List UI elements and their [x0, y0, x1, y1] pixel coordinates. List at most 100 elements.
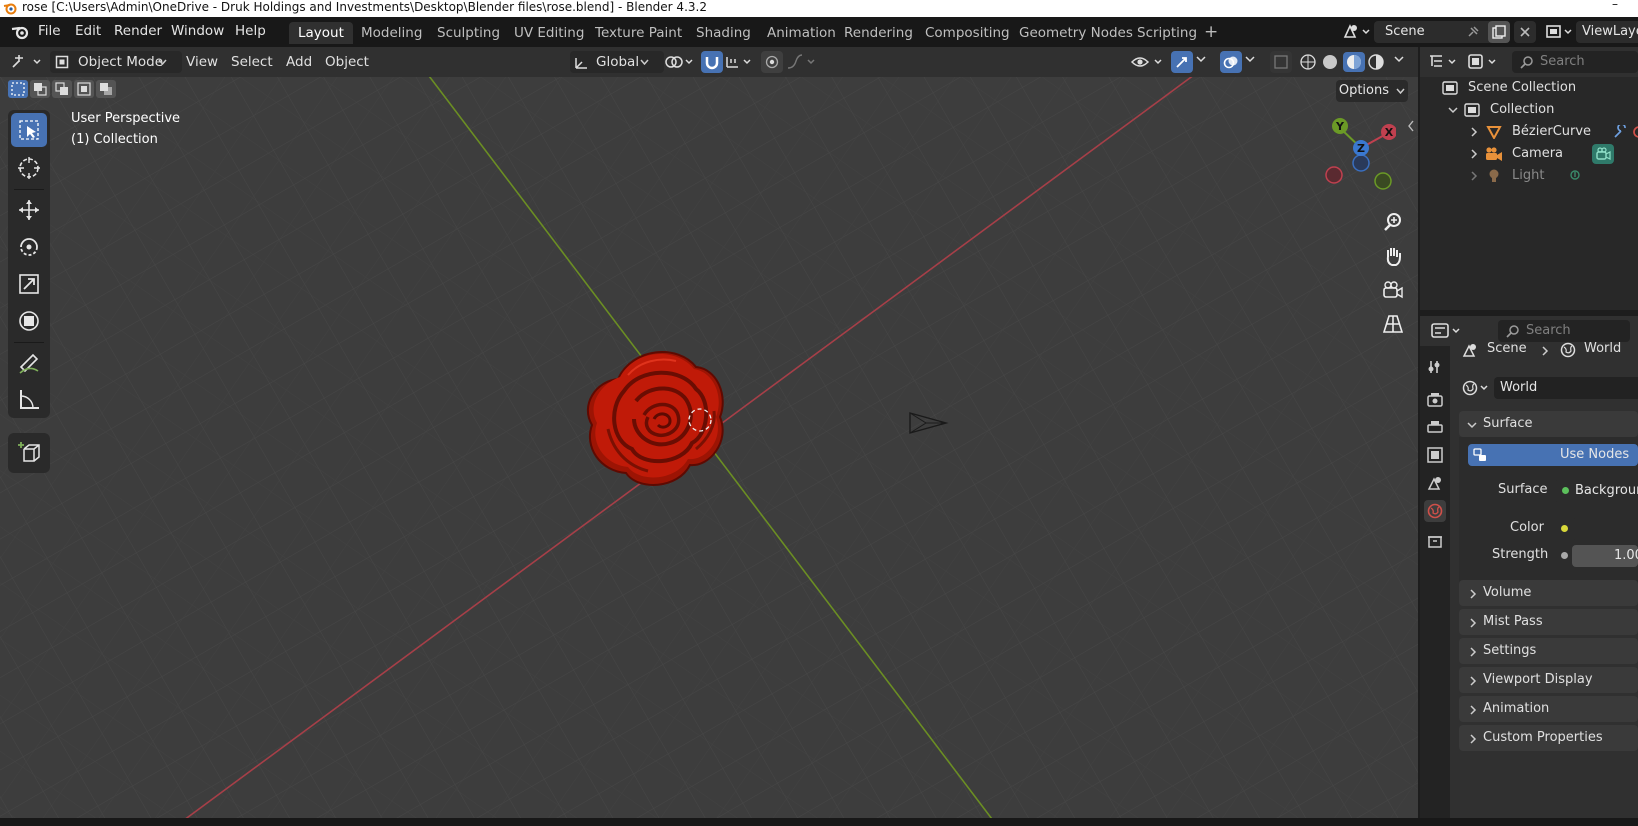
menu-object[interactable]: Object — [325, 51, 369, 73]
menu-view[interactable]: View — [186, 51, 218, 73]
add-cube-tool[interactable] — [11, 436, 47, 470]
tab-geometry-nodes[interactable]: Geometry Nodes — [1010, 22, 1142, 44]
view-layer-icon[interactable] — [1544, 22, 1574, 42]
rotate-tool[interactable] — [11, 230, 47, 264]
color-swatch[interactable] — [1572, 518, 1638, 540]
menu-render[interactable]: Render — [114, 23, 162, 39]
chevron-down-icon[interactable] — [1245, 55, 1255, 63]
menu-add[interactable]: Add — [286, 51, 312, 73]
chevron-right-icon[interactable] — [1470, 127, 1478, 137]
tab-animation[interactable]: Animation — [758, 22, 845, 44]
snap-target-icon[interactable] — [724, 53, 756, 71]
panel-settings[interactable]: Settings — [1459, 638, 1638, 664]
tab-rendering[interactable]: Rendering — [835, 22, 922, 44]
editor-type-icon[interactable] — [10, 53, 44, 71]
menu-help[interactable]: Help — [235, 23, 266, 39]
outliner-search-input[interactable]: Search — [1512, 51, 1638, 73]
menu-window[interactable]: Window — [171, 23, 224, 39]
3d-viewport[interactable]: User Perspective (1) Collection Options … — [0, 77, 1418, 818]
material-icon[interactable] — [1632, 125, 1638, 139]
tab-world[interactable] — [1424, 500, 1446, 522]
measure-tool[interactable] — [11, 383, 47, 417]
perspective-toggle-button[interactable] — [1378, 309, 1408, 339]
panel-animation[interactable]: Animation — [1459, 696, 1638, 722]
tab-texture-paint[interactable]: Texture Paint — [586, 22, 691, 44]
tab-layout[interactable]: Layout — [289, 22, 353, 44]
outliner-row-camera[interactable]: Camera — [1420, 143, 1638, 165]
options-button[interactable]: Options — [1336, 80, 1408, 102]
display-mode-icon[interactable] — [1466, 53, 1500, 71]
panel-viewport-display[interactable]: Viewport Display — [1459, 667, 1638, 693]
minimize-button[interactable]: – — [1612, 0, 1618, 12]
outliner-row-scene-collection[interactable]: Scene Collection — [1420, 77, 1638, 99]
chevron-down-icon[interactable] — [1448, 106, 1458, 114]
world-datablock-field[interactable]: World — [1494, 377, 1638, 399]
blender-menu-icon[interactable] — [10, 23, 30, 41]
overlays-toggle-button[interactable] — [1220, 51, 1242, 73]
value-socket-icon[interactable] — [1561, 552, 1568, 559]
panel-volume[interactable]: Volume — [1459, 580, 1638, 606]
world-datablock-icon[interactable] — [1462, 379, 1492, 397]
menu-file[interactable]: File — [38, 23, 61, 39]
xray-toggle-button[interactable] — [1270, 51, 1292, 73]
chevron-right-icon[interactable] — [1470, 149, 1478, 159]
new-scene-button[interactable] — [1488, 21, 1510, 43]
use-nodes-button[interactable]: Use Nodes — [1468, 444, 1638, 466]
transform-tool[interactable] — [11, 304, 47, 338]
camera-object[interactable] — [906, 409, 950, 437]
scene-icon[interactable] — [1342, 22, 1372, 42]
tab-uv-editing[interactable]: UV Editing — [505, 22, 593, 44]
tab-shading[interactable]: Shading — [687, 22, 760, 44]
tab-scene[interactable] — [1424, 472, 1446, 494]
proportional-editing-button[interactable] — [761, 51, 783, 73]
add-workspace-button[interactable]: + — [1204, 22, 1218, 42]
panel-custom-properties[interactable]: Custom Properties — [1459, 725, 1638, 751]
falloff-icon[interactable] — [786, 53, 818, 71]
panel-surface[interactable]: Surface — [1459, 411, 1638, 437]
tab-modeling[interactable]: Modeling — [352, 22, 431, 44]
move-tool[interactable] — [11, 193, 47, 227]
cursor-tool[interactable] — [11, 151, 47, 185]
tab-tool[interactable] — [1424, 356, 1446, 378]
properties-search-input[interactable]: Search — [1498, 320, 1630, 342]
pan-button[interactable] — [1378, 241, 1408, 271]
tab-render[interactable] — [1424, 388, 1446, 410]
tab-collection[interactable] — [1424, 530, 1446, 552]
area-divider-vertical[interactable] — [1418, 47, 1420, 818]
outliner-editor-icon[interactable] — [1428, 53, 1460, 71]
wrench-modifier-icon[interactable] — [1612, 125, 1628, 139]
outliner-row-light[interactable]: Light — [1420, 165, 1638, 187]
chevron-down-icon[interactable] — [1196, 55, 1206, 63]
mode-selector[interactable]: Object Mode — [50, 51, 182, 73]
chevron-right-icon[interactable] — [1470, 171, 1478, 181]
outliner-row-collection[interactable]: Collection — [1420, 99, 1638, 121]
gizmo-toggle-button[interactable] — [1171, 51, 1193, 73]
camera-view-button[interactable] — [1378, 275, 1408, 305]
color-socket-icon[interactable] — [1561, 525, 1568, 532]
menu-select[interactable]: Select — [231, 51, 273, 73]
pivot-point-icon[interactable] — [664, 53, 696, 71]
surface-shader-field[interactable]: Background — [1554, 480, 1638, 502]
snap-toggle-button[interactable] — [701, 51, 723, 73]
pin-icon[interactable] — [1466, 25, 1480, 39]
tab-scripting[interactable]: Scripting — [1128, 22, 1206, 44]
scale-tool[interactable] — [11, 267, 47, 301]
panel-mist-pass[interactable]: Mist Pass — [1459, 609, 1638, 635]
navigation-gizmo[interactable]: Y X Z — [1316, 115, 1396, 195]
tab-view-layer[interactable] — [1424, 444, 1446, 466]
chevron-down-icon[interactable] — [1394, 55, 1404, 63]
tab-compositing[interactable]: Compositing — [916, 22, 1019, 44]
rose-object[interactable] — [578, 339, 738, 509]
strength-field[interactable]: 1.000 — [1572, 545, 1638, 567]
transform-orientation-selector[interactable]: Global — [570, 51, 664, 73]
properties-editor-icon[interactable] — [1430, 322, 1464, 340]
annotate-tool[interactable] — [11, 346, 47, 380]
visibility-icon[interactable] — [1130, 53, 1166, 71]
selection-mode-group[interactable] — [8, 80, 116, 98]
tab-sculpting[interactable]: Sculpting — [428, 22, 509, 44]
outliner-row-beziercurve[interactable]: BézierCurve — [1420, 121, 1638, 143]
sidebar-toggle-icon[interactable] — [1407, 120, 1415, 132]
delete-scene-button[interactable] — [1514, 21, 1536, 43]
select-box-tool[interactable] — [11, 113, 47, 147]
menu-edit[interactable]: Edit — [75, 23, 101, 39]
